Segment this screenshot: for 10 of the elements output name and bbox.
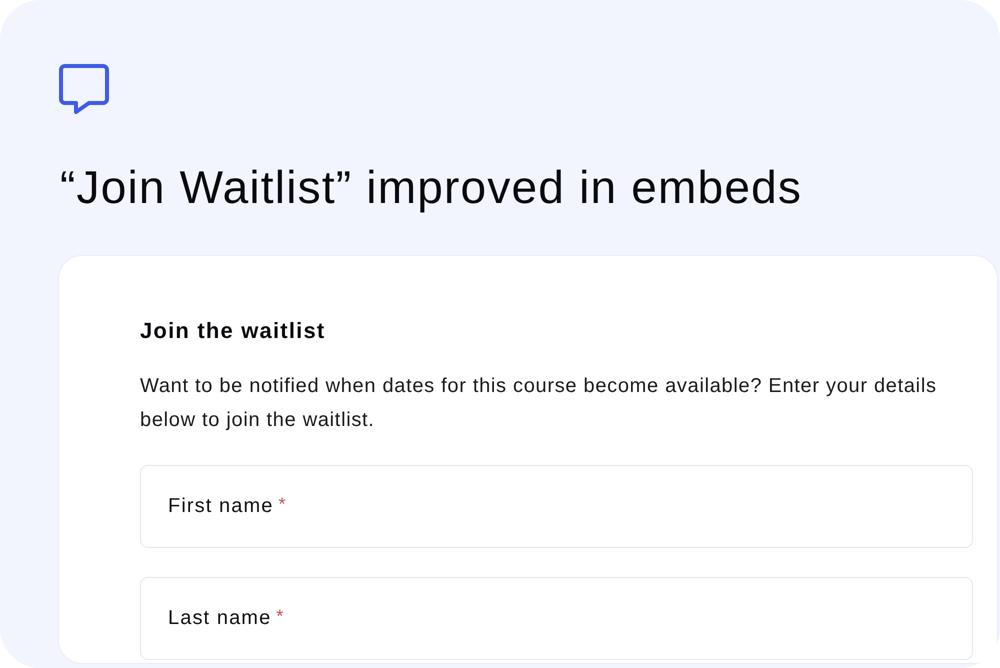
field-label: Last name <box>168 607 272 630</box>
announcement-title: “Join Waitlist” improved in embeds <box>60 161 804 214</box>
chat-bubble-icon <box>59 64 109 114</box>
field-label: First name <box>168 495 274 518</box>
form-description: Want to be notified when dates for this course become available? Enter your details below to join the waitlist. <box>140 374 938 433</box>
form-heading: Join the waitlist <box>140 318 326 344</box>
required-marker: * <box>278 494 287 515</box>
text-input-field[interactable]: First name * <box>140 465 973 548</box>
required-marker: * <box>276 606 284 627</box>
text-input-field[interactable]: Last name * <box>140 577 973 660</box>
